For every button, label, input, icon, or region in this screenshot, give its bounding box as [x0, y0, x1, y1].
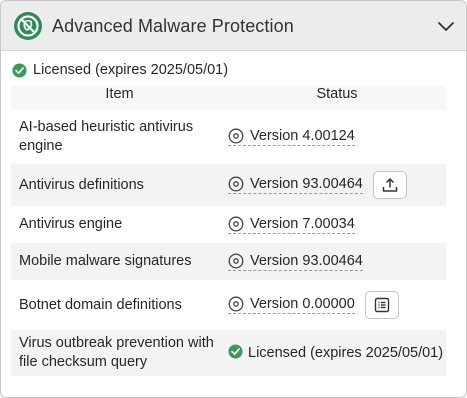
check-circle-icon: [12, 62, 27, 78]
check-circle-icon: [228, 344, 243, 359]
status-cell: Version 0.00000: [228, 280, 446, 330]
licensed-status-text: Licensed (expires 2025/05/01): [248, 345, 444, 361]
table-row: AI-based heuristic antivirus engine Vers…: [11, 110, 446, 164]
column-header-item: Item: [11, 86, 228, 110]
table-row: Mobile malware signatures Version 93.004…: [11, 243, 446, 280]
version-disc-icon: [228, 216, 244, 231]
version-link[interactable]: Version 93.00464: [228, 253, 363, 271]
item-cell: Antivirus definitions: [11, 164, 228, 206]
chevron-down-icon[interactable]: [436, 17, 456, 37]
version-disc-icon: [228, 128, 244, 144]
item-cell: Botnet domain definitions: [11, 280, 228, 330]
table-row: Antivirus definitions Version 93.00464: [11, 164, 446, 206]
table-row: Virus outbreak prevention with file chec…: [11, 330, 446, 376]
version-disc-icon: [228, 296, 244, 312]
column-header-status: Status: [228, 86, 446, 110]
version-link[interactable]: Version 7.00034: [228, 216, 355, 234]
status-cell: Licensed (expires 2025/05/01): [228, 330, 446, 376]
status-cell: Version 93.00464: [228, 164, 446, 206]
upload-icon: [382, 178, 398, 192]
update-definitions-button[interactable]: [372, 171, 407, 199]
status-cell: Version 4.00124: [228, 110, 446, 164]
version-disc-icon: [228, 253, 244, 268]
list-icon: [374, 297, 390, 313]
version-disc-icon: [228, 176, 244, 192]
item-cell: Virus outbreak prevention with file chec…: [11, 330, 228, 376]
license-text: Licensed (expires 2025/05/01): [33, 62, 229, 78]
version-link[interactable]: Version 4.00124: [228, 128, 355, 146]
status-cell: Version 93.00464: [228, 243, 446, 280]
item-cell: Mobile malware signatures: [11, 243, 228, 280]
table-row: Antivirus engine Version 7.00034: [11, 206, 446, 243]
signature-table: Item Status AI-based heuristic antivirus…: [11, 86, 446, 376]
panel-header[interactable]: Advanced Malware Protection: [1, 1, 466, 51]
item-cell: AI-based heuristic antivirus engine: [11, 110, 228, 164]
version-link[interactable]: Version 93.00464: [228, 176, 363, 194]
view-definitions-button[interactable]: [364, 291, 399, 319]
table-row: Botnet domain definitions Version 0.0000…: [11, 280, 446, 330]
item-cell: Antivirus engine: [11, 206, 228, 243]
advanced-malware-protection-panel: Advanced Malware Protection Licensed (ex…: [0, 0, 467, 398]
version-link[interactable]: Version 0.00000: [228, 296, 355, 314]
license-status: Licensed (expires 2025/05/01): [12, 61, 228, 79]
no-virus-icon: [14, 12, 42, 40]
panel-title: Advanced Malware Protection: [52, 16, 294, 36]
status-cell: Version 7.00034: [228, 206, 446, 243]
